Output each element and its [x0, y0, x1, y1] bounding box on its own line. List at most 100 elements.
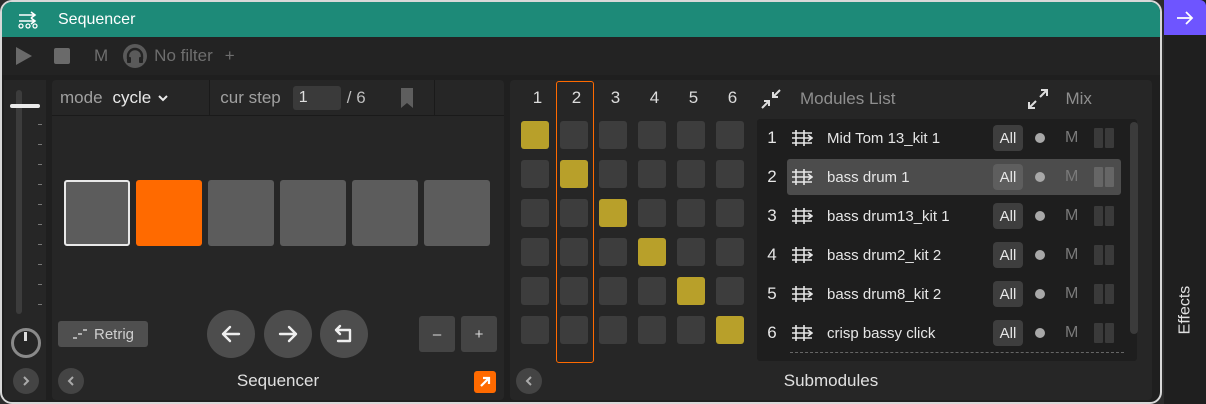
grid-cell[interactable] [638, 238, 666, 266]
open-external-icon[interactable] [474, 371, 496, 393]
module-row-body[interactable]: bass drum 1 All M [787, 159, 1121, 195]
column-header[interactable]: 2 [557, 88, 596, 108]
grid-cell[interactable] [638, 199, 666, 227]
grid-cell[interactable] [677, 121, 705, 149]
grid-cell[interactable] [560, 316, 588, 344]
module-row[interactable]: 5 bass drum8_kit 2 All M [757, 275, 1125, 313]
grid-cell[interactable] [716, 238, 744, 266]
effects-panel[interactable]: Effects [1164, 0, 1206, 404]
play-icon[interactable] [14, 45, 34, 67]
status-dot[interactable] [1035, 250, 1045, 260]
grid-cell[interactable] [716, 277, 744, 305]
all-button[interactable]: All [993, 125, 1023, 151]
grid-cell[interactable] [716, 160, 744, 188]
column-header[interactable]: 5 [674, 88, 713, 108]
module-row[interactable]: 6 crisp bassy click All M [757, 314, 1125, 352]
module-row-body[interactable]: Mid Tom 13_kit 1 All M [787, 120, 1121, 156]
volume-fader[interactable] [16, 90, 22, 314]
increment-steps-button[interactable]: + [461, 316, 497, 352]
module-row[interactable]: 1 Mid Tom 13_kit 1 All M [757, 119, 1125, 157]
column-header[interactable]: 1 [518, 88, 557, 108]
module-row[interactable]: 3 bass drum13_kit 1 All M [757, 197, 1125, 235]
chevron-down-icon[interactable] [157, 92, 169, 104]
mode-select[interactable]: cycle [113, 88, 152, 108]
grid-cell[interactable] [638, 316, 666, 344]
grid-cell[interactable] [521, 121, 549, 149]
reset-step-button[interactable] [320, 310, 368, 358]
module-mute-button[interactable]: M [1065, 285, 1078, 303]
status-dot[interactable] [1035, 172, 1045, 182]
grid-cell[interactable] [521, 199, 549, 227]
grid-cell[interactable] [599, 316, 627, 344]
step-pad[interactable] [280, 180, 346, 246]
grid-cell[interactable] [599, 121, 627, 149]
grid-cell[interactable] [560, 238, 588, 266]
grid-cell[interactable] [560, 160, 588, 188]
grid-cell[interactable] [638, 277, 666, 305]
filter-selector[interactable]: No filter [154, 46, 213, 66]
grid-cell[interactable] [677, 199, 705, 227]
module-row-body[interactable]: bass drum8_kit 2 All M [787, 276, 1121, 312]
column-header[interactable]: 3 [596, 88, 635, 108]
module-row[interactable]: 2 bass drum 1 All M [757, 158, 1125, 196]
grid-cell[interactable] [677, 316, 705, 344]
status-dot[interactable] [1035, 133, 1045, 143]
retrig-button[interactable]: Retrig [58, 321, 148, 347]
bookmark-icon[interactable] [400, 87, 414, 109]
grid-cell[interactable] [638, 121, 666, 149]
grid-cell[interactable] [599, 238, 627, 266]
all-button[interactable]: All [993, 320, 1023, 346]
grid-cell[interactable] [560, 199, 588, 227]
expand-icon[interactable] [1027, 88, 1049, 110]
module-mute-button[interactable]: M [1065, 324, 1078, 342]
grid-cell[interactable] [560, 121, 588, 149]
grid-cell[interactable] [599, 199, 627, 227]
grid-cell[interactable] [677, 160, 705, 188]
grid-cell[interactable] [599, 277, 627, 305]
status-dot[interactable] [1035, 328, 1045, 338]
all-button[interactable]: All [993, 281, 1023, 307]
module-row[interactable]: 4 bass drum2_kit 2 All M [757, 236, 1125, 274]
step-pad[interactable] [352, 180, 418, 246]
module-mute-button[interactable]: M [1065, 246, 1078, 264]
chevron-left-icon[interactable] [516, 368, 542, 394]
headphones-icon[interactable] [122, 43, 148, 69]
grid-cell[interactable] [599, 160, 627, 188]
status-dot[interactable] [1035, 211, 1045, 221]
grid-cell[interactable] [716, 199, 744, 227]
module-mute-button[interactable]: M [1065, 207, 1078, 225]
add-filter-button[interactable]: + [225, 46, 235, 66]
pan-knob[interactable] [11, 328, 41, 358]
chevron-left-icon[interactable] [58, 368, 84, 394]
stop-icon[interactable] [54, 48, 70, 64]
mute-button[interactable]: M [94, 46, 108, 66]
drop-zone[interactable] [790, 352, 1124, 360]
module-mute-button[interactable]: M [1065, 168, 1078, 186]
all-button[interactable]: All [993, 164, 1023, 190]
effects-header[interactable] [1164, 0, 1206, 35]
module-mute-button[interactable]: M [1065, 129, 1078, 147]
prev-step-button[interactable] [207, 310, 255, 358]
column-header[interactable]: 6 [713, 88, 752, 108]
grid-cell[interactable] [677, 277, 705, 305]
decrement-steps-button[interactable]: – [419, 316, 455, 352]
module-row-body[interactable]: crisp bassy click All M [787, 315, 1121, 351]
step-pad[interactable] [136, 180, 202, 246]
grid-cell[interactable] [521, 316, 549, 344]
step-pad[interactable] [64, 180, 130, 246]
all-button[interactable]: All [993, 242, 1023, 268]
grid-cell[interactable] [560, 277, 588, 305]
status-dot[interactable] [1035, 289, 1045, 299]
grid-cell[interactable] [677, 238, 705, 266]
grid-cell[interactable] [716, 121, 744, 149]
modules-scrollbar[interactable] [1130, 122, 1138, 334]
chevron-right-icon[interactable] [13, 368, 39, 394]
module-row-body[interactable]: bass drum2_kit 2 All M [787, 237, 1121, 273]
step-pad[interactable] [208, 180, 274, 246]
next-step-button[interactable] [264, 310, 312, 358]
grid-cell[interactable] [521, 277, 549, 305]
column-header[interactable]: 4 [635, 88, 674, 108]
collapse-icon[interactable] [760, 88, 782, 110]
volume-fader-thumb[interactable] [10, 104, 40, 108]
title-bar[interactable]: Sequencer [2, 2, 1160, 37]
